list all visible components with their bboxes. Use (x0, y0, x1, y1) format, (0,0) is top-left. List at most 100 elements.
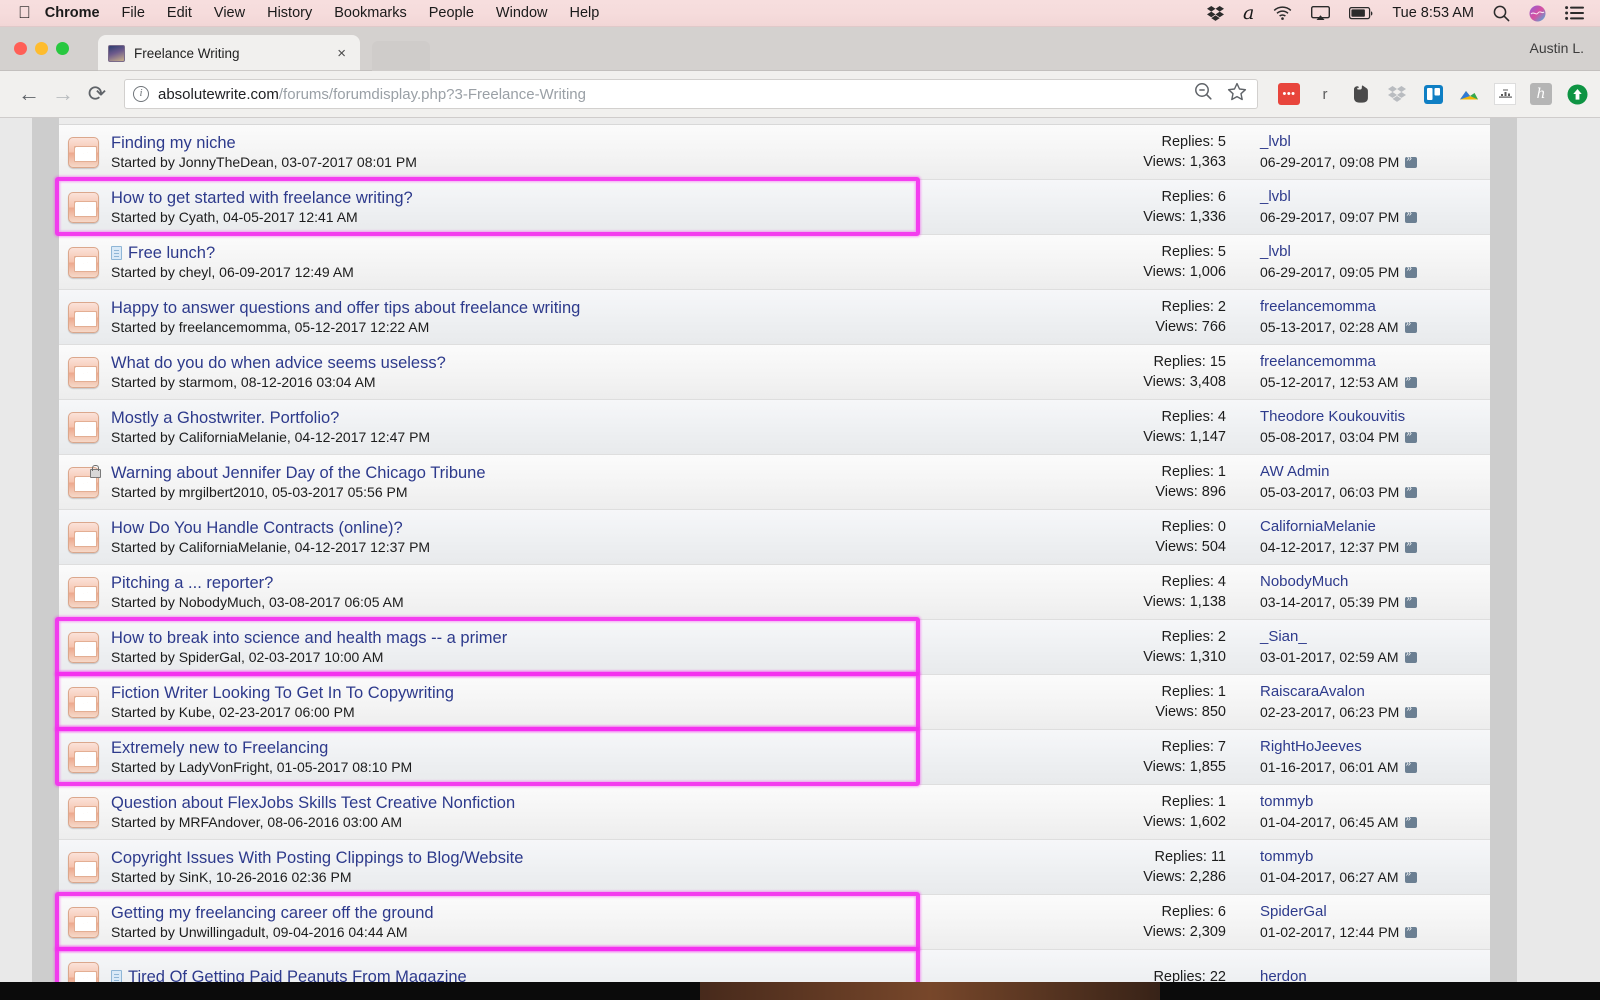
menu-item-edit[interactable]: Edit (167, 5, 192, 21)
menu-item-help[interactable]: Help (569, 5, 599, 21)
go-to-last-post-icon[interactable] (1404, 813, 1417, 828)
siri-icon[interactable] (1529, 5, 1546, 22)
menu-item-window[interactable]: Window (496, 5, 548, 21)
go-to-last-post-icon[interactable] (1405, 428, 1418, 443)
thread-row[interactable]: What do you do when advice seems useless… (59, 345, 1490, 400)
last-poster-link[interactable]: tommyb (1260, 847, 1490, 867)
trello-extension-icon[interactable] (1422, 83, 1444, 105)
thread-row[interactable]: Fiction Writer Looking To Get In To Copy… (59, 675, 1490, 730)
thread-row[interactable]: How to get started with freelance writin… (59, 180, 1490, 235)
thread-title-link[interactable]: How to break into science and health mag… (111, 628, 1039, 648)
go-to-last-post-icon[interactable] (1404, 648, 1417, 663)
last-poster-link[interactable]: RaiscaraAvalon (1260, 682, 1490, 702)
zoom-out-icon[interactable] (1194, 82, 1213, 106)
minimize-window-button[interactable] (35, 42, 48, 55)
thread-title-link[interactable]: Question about FlexJobs Skills Test Crea… (111, 793, 1039, 813)
go-to-last-post-icon[interactable] (1404, 373, 1417, 388)
close-tab-icon[interactable]: × (333, 46, 350, 61)
address-bar[interactable]: i absolutewrite.com/forums/forumdisplay.… (124, 79, 1258, 109)
dropbox-extension-icon[interactable] (1386, 83, 1408, 105)
reload-button[interactable]: ⟳ (80, 77, 114, 111)
go-to-last-post-icon[interactable] (1405, 153, 1418, 168)
thread-title-link[interactable]: Fiction Writer Looking To Get In To Copy… (111, 683, 1039, 703)
thread-row[interactable]: How Do You Handle Contracts (online)? Sta… (59, 510, 1490, 565)
go-to-last-post-icon[interactable] (1405, 703, 1418, 718)
notification-center-icon[interactable] (1565, 6, 1584, 20)
thread-title-link[interactable]: Copyright Issues With Posting Clippings … (111, 848, 1039, 868)
menu-item-history[interactable]: History (267, 5, 312, 21)
thread-title-link[interactable]: Mostly a Ghostwriter. Portfolio? (111, 408, 1039, 428)
last-poster-link[interactable]: RightHoJeeves (1260, 737, 1490, 757)
close-window-button[interactable] (14, 42, 27, 55)
thread-title-link[interactable]: Finding my niche (111, 133, 1039, 153)
profile-name[interactable]: Austin L. (1530, 40, 1584, 56)
dropbox-icon[interactable] (1206, 5, 1224, 21)
airplay-icon[interactable] (1311, 5, 1331, 21)
wifi-icon[interactable] (1273, 6, 1292, 20)
last-poster-link[interactable]: tommyb (1260, 792, 1490, 812)
thread-row[interactable]: Mostly a Ghostwriter. Portfolio? Started … (59, 400, 1490, 455)
thread-row[interactable]: How to break into science and health mag… (59, 620, 1490, 675)
back-button[interactable]: ← (12, 77, 46, 111)
go-to-last-post-icon[interactable] (1405, 483, 1418, 498)
star-icon[interactable] (1227, 82, 1247, 107)
maximize-window-button[interactable] (56, 42, 69, 55)
last-poster-link[interactable]: Theodore Koukouvitis (1260, 407, 1490, 427)
upload-extension-icon[interactable] (1566, 83, 1588, 105)
menu-item-view[interactable]: View (214, 5, 245, 21)
thread-row[interactable]: Extremely new to Freelancing Started by L… (59, 730, 1490, 785)
last-poster-link[interactable]: CaliforniaMelanie (1260, 517, 1490, 537)
info-icon[interactable]: i (133, 86, 149, 102)
menu-item-file[interactable]: File (122, 5, 145, 21)
thread-row[interactable]: Pitching a ... reporter? Started by Nobod… (59, 565, 1490, 620)
thread-title-link[interactable]: Free lunch? (111, 243, 1039, 263)
evernote-extension-icon[interactable] (1350, 83, 1372, 105)
apple-icon[interactable]:  (18, 4, 31, 21)
last-poster-link[interactable]: freelancemomma (1260, 297, 1490, 317)
honey-extension-icon[interactable]: h (1530, 83, 1552, 105)
thread-row[interactable]: Free lunch? Started by cheyl, 06-09-2017 … (59, 235, 1490, 290)
thread-title-link[interactable]: Extremely new to Freelancing (111, 738, 1039, 758)
thread-title-link[interactable]: What do you do when advice seems useless… (111, 353, 1039, 373)
last-poster-link[interactable]: _lvbl (1260, 132, 1490, 152)
thread-row[interactable]: Warning about Jennifer Day of the Chicag… (59, 455, 1490, 510)
spotlight-search-icon[interactable] (1493, 5, 1510, 22)
momentum-extension-icon[interactable]: ••• (1278, 83, 1300, 105)
thread-title-link[interactable]: Pitching a ... reporter? (111, 573, 1039, 593)
last-poster-link[interactable]: _lvbl (1260, 187, 1490, 207)
go-to-last-post-icon[interactable] (1405, 208, 1418, 223)
forward-button[interactable]: → (46, 77, 80, 111)
go-to-last-post-icon[interactable] (1405, 538, 1418, 553)
thread-row[interactable]: Finding my niche Started by JonnyTheDean,… (59, 125, 1490, 180)
menu-item-bookmarks[interactable]: Bookmarks (334, 5, 407, 21)
thread-title-link[interactable]: Warning about Jennifer Day of the Chicag… (111, 463, 1039, 483)
pocket-extension-icon[interactable] (1494, 83, 1516, 105)
go-to-last-post-icon[interactable] (1404, 868, 1417, 883)
last-poster-link[interactable]: _Sian_ (1260, 627, 1490, 647)
reddit-extension-icon[interactable]: r (1314, 83, 1336, 105)
battery-icon[interactable] (1349, 6, 1373, 20)
last-poster-link[interactable]: AW Admin (1260, 462, 1490, 482)
go-to-last-post-icon[interactable] (1405, 593, 1418, 608)
thread-row[interactable]: Happy to answer questions and offer tips… (59, 290, 1490, 345)
last-poster-link[interactable]: _lvbl (1260, 242, 1490, 262)
menu-item-chrome[interactable]: Chrome (45, 5, 100, 21)
menu-item-people[interactable]: People (429, 5, 474, 21)
go-to-last-post-icon[interactable] (1405, 923, 1418, 938)
go-to-last-post-icon[interactable] (1405, 263, 1418, 278)
go-to-last-post-icon[interactable] (1404, 318, 1417, 333)
menu-bar-clock[interactable]: Tue 8:53 AM (1392, 5, 1474, 21)
thread-title-link[interactable]: How Do You Handle Contracts (online)? (111, 518, 1039, 538)
thread-row[interactable]: Copyright Issues With Posting Clippings … (59, 840, 1490, 895)
thread-title-link[interactable]: Getting my freelancing career off the gr… (111, 903, 1039, 923)
grammarly-icon[interactable]: a (1243, 2, 1254, 24)
google-keep-extension-icon[interactable] (1458, 83, 1480, 105)
thread-row[interactable]: Getting my freelancing career off the gr… (59, 895, 1490, 950)
thread-title-link[interactable]: How to get started with freelance writin… (111, 188, 1039, 208)
last-poster-link[interactable]: SpiderGal (1260, 902, 1490, 922)
last-poster-link[interactable]: NobodyMuch (1260, 572, 1490, 592)
thread-row[interactable]: Question about FlexJobs Skills Test Crea… (59, 785, 1490, 840)
new-tab-button[interactable] (372, 41, 430, 71)
go-to-last-post-icon[interactable] (1404, 758, 1417, 773)
thread-title-link[interactable]: Happy to answer questions and offer tips… (111, 298, 1039, 318)
